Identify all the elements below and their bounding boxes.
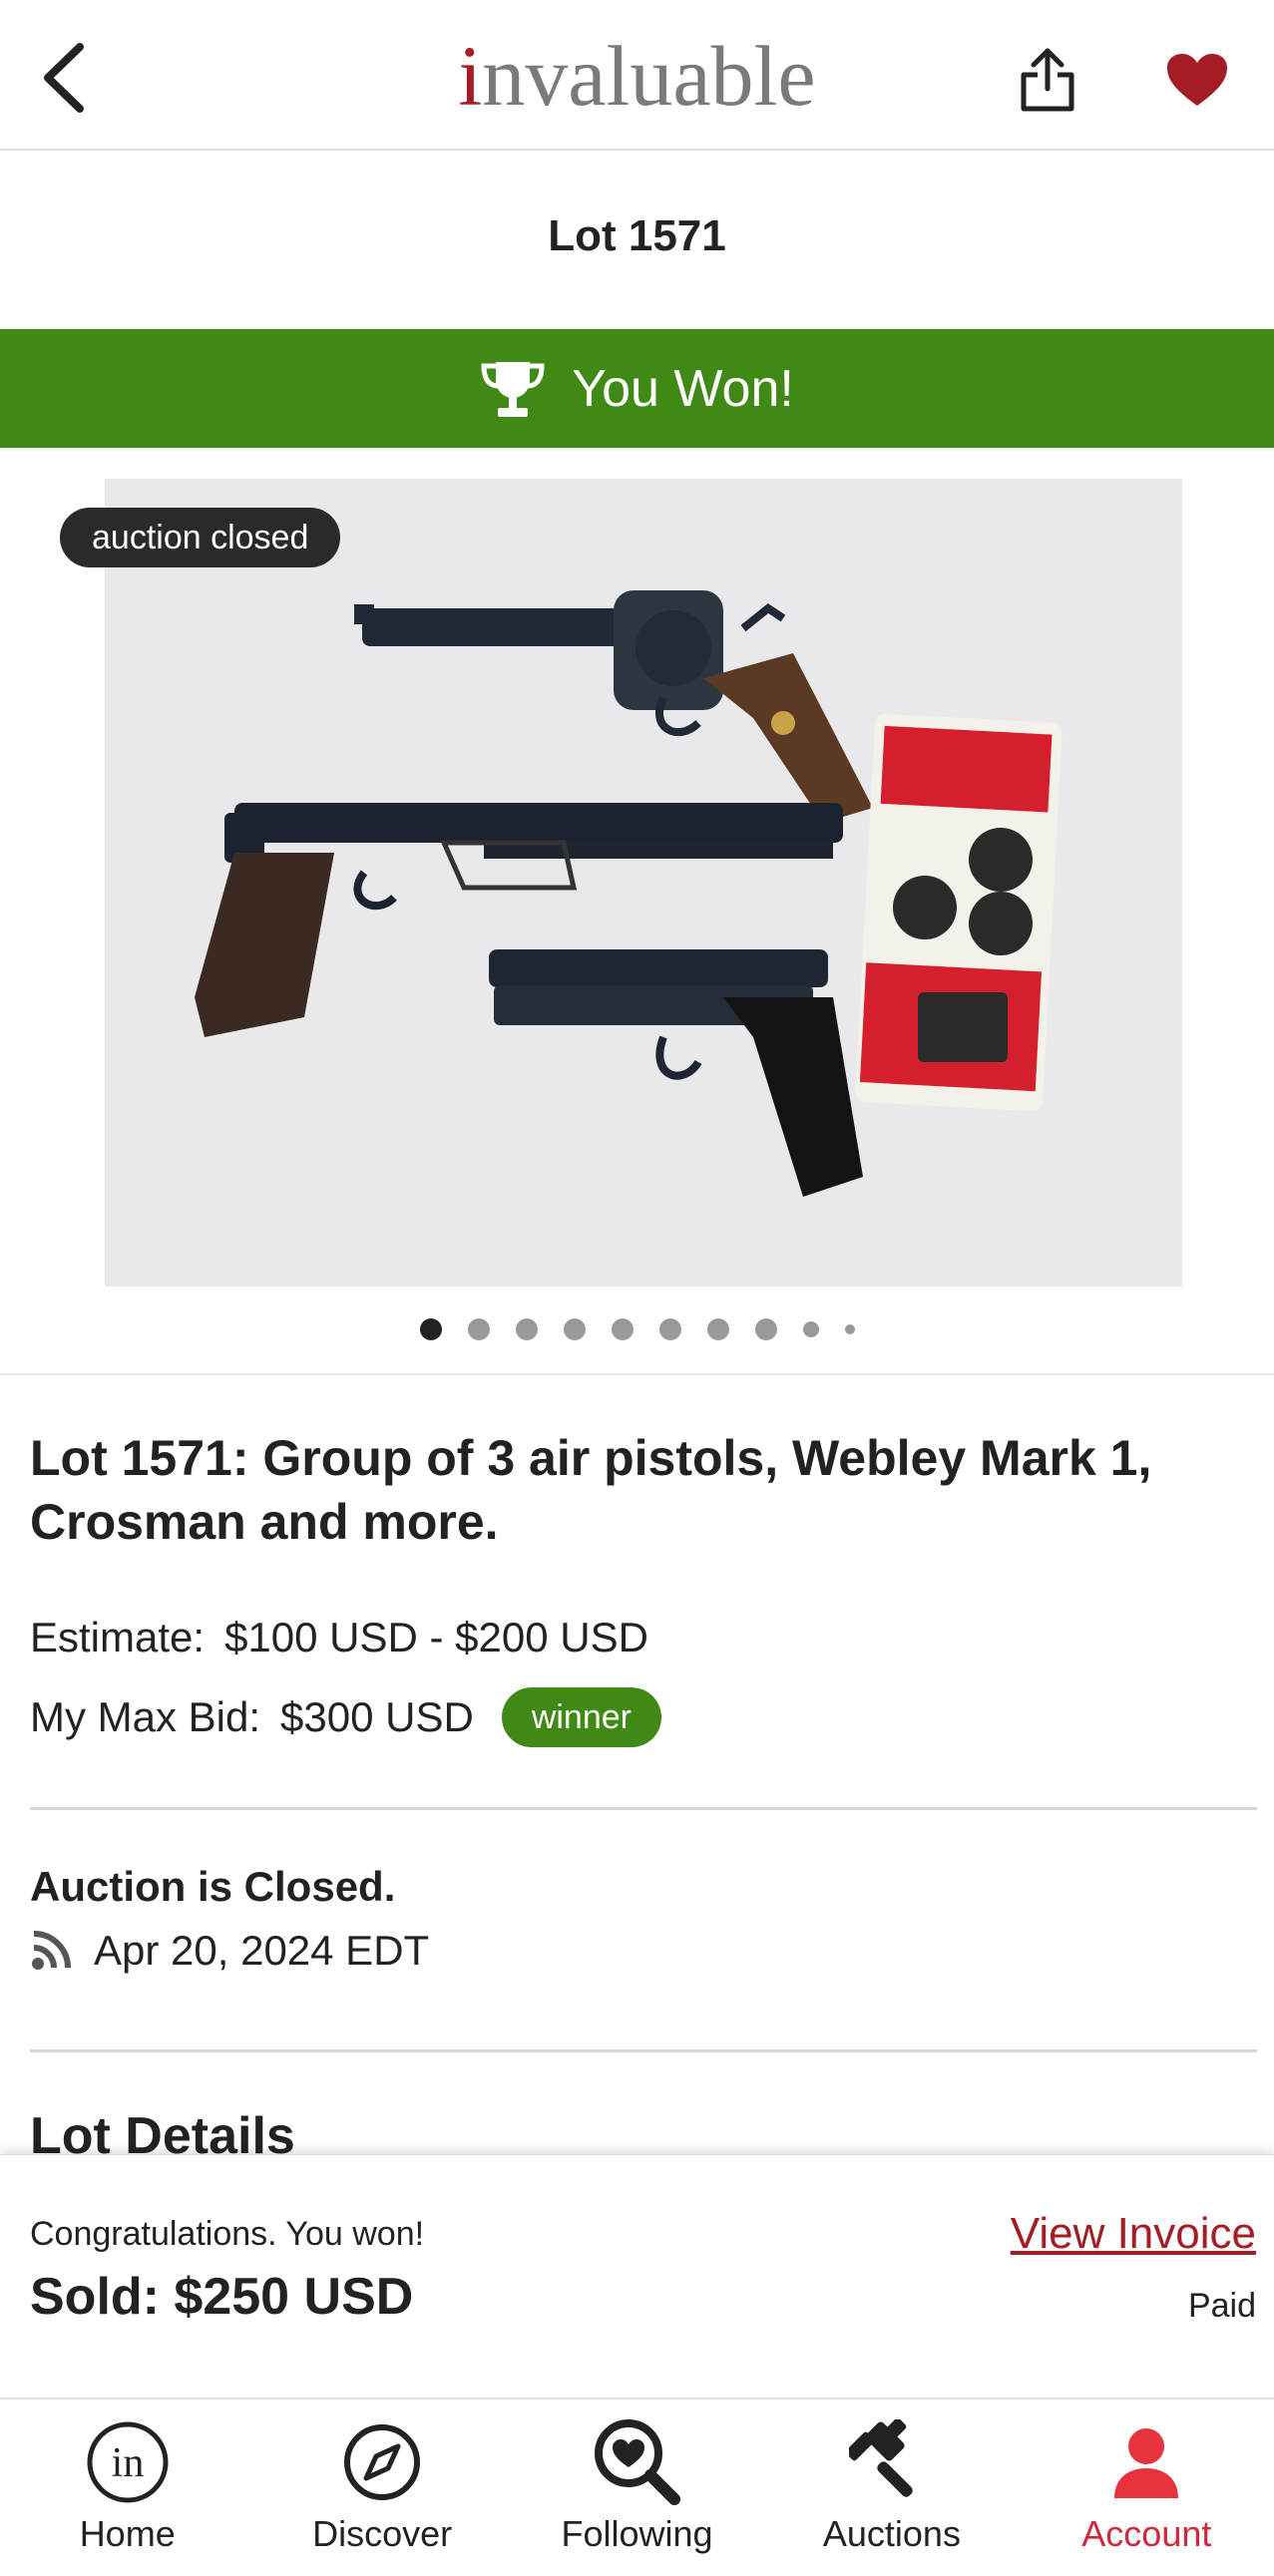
share-button[interactable] <box>1008 40 1087 120</box>
share-icon <box>1021 48 1074 112</box>
nav-account-label: Account <box>1081 2513 1212 2554</box>
nav-following-label: Following <box>561 2513 713 2554</box>
nav-home-label: Home <box>79 2513 176 2554</box>
compass-icon <box>344 2424 421 2500</box>
divider <box>30 1807 1257 1810</box>
auction-date: Apr 20, 2024 EDT <box>94 1927 430 1974</box>
carousel-dot[interactable] <box>467 1318 490 1340</box>
trophy-icon <box>481 361 545 417</box>
max-bid-row: My Max Bid: $300 USD winner <box>30 1687 661 1747</box>
carousel-dots[interactable] <box>0 1318 1274 1340</box>
paid-status: Paid <box>1187 2287 1256 2325</box>
carousel-dot[interactable] <box>706 1318 729 1340</box>
sold-price: Sold: $250 USD <box>30 2268 414 2326</box>
nav-auctions[interactable]: Auctions <box>764 2399 1019 2576</box>
sold-panel: Congratulations. You won! Sold: $250 USD… <box>0 2154 1274 2397</box>
carousel-dot[interactable] <box>658 1318 681 1340</box>
max-bid-value: $300 USD <box>280 1693 474 1740</box>
carousel-dot[interactable] <box>611 1318 634 1340</box>
heart-icon <box>1167 54 1227 106</box>
congrats-text: Congratulations. You won! <box>30 2215 425 2253</box>
carousel-dot[interactable] <box>515 1318 538 1340</box>
estimate-value: $100 USD - $200 USD <box>224 1614 648 1660</box>
auction-closed-title: Auction is Closed. <box>30 1863 396 1910</box>
nav-account[interactable]: Account <box>1020 2399 1274 2576</box>
won-banner: You Won! <box>0 329 1274 448</box>
carousel-dot[interactable] <box>754 1318 777 1340</box>
speed-loader-kit-card <box>855 713 1062 1112</box>
carousel-dot[interactable] <box>419 1318 442 1340</box>
lot-title: Lot 1571: Group of 3 air pistols, Webley… <box>30 1430 1152 1550</box>
home-icon: in <box>87 2421 169 2503</box>
lot-heading: Lot 1571 <box>548 211 726 260</box>
divider <box>0 1373 1274 1375</box>
auction-closed-badge: auction closed <box>60 508 341 567</box>
bottom-nav: in Home Discover Following Auctions Acco… <box>0 2397 1274 2576</box>
svg-text:in: in <box>111 2440 144 2486</box>
won-text: You Won! <box>572 359 794 418</box>
gavel-icon <box>848 2419 913 2497</box>
view-invoice-link[interactable]: View Invoice <box>1011 2209 1256 2259</box>
nav-auctions-label: Auctions <box>822 2513 961 2554</box>
estimate-label: Estimate: <box>30 1614 206 1660</box>
rss-icon <box>32 1931 71 1970</box>
heart-search-icon <box>594 2419 680 2505</box>
estimate-row: Estimate: $100 USD - $200 USD <box>30 1614 648 1661</box>
nav-discover-label: Discover <box>312 2513 453 2554</box>
carousel-dot[interactable] <box>563 1318 586 1340</box>
nav-discover[interactable]: Discover <box>254 2399 509 2576</box>
max-bid-label: My Max Bid: <box>30 1693 261 1740</box>
carousel-dot[interactable] <box>844 1324 855 1334</box>
auction-date-row: Apr 20, 2024 EDT <box>30 1927 429 1975</box>
top-header: invaluable <box>0 0 1274 151</box>
divider <box>30 2049 1257 2052</box>
nav-following[interactable]: Following <box>510 2399 764 2576</box>
favorite-button[interactable] <box>1157 40 1237 120</box>
winner-badge: winner <box>501 1687 661 1747</box>
carousel-dot[interactable] <box>802 1321 819 1337</box>
lot-image[interactable] <box>105 479 1182 1287</box>
air-pistols-photo <box>105 479 1182 1287</box>
nav-home[interactable]: in Home <box>0 2399 254 2576</box>
user-icon <box>1114 2428 1179 2498</box>
